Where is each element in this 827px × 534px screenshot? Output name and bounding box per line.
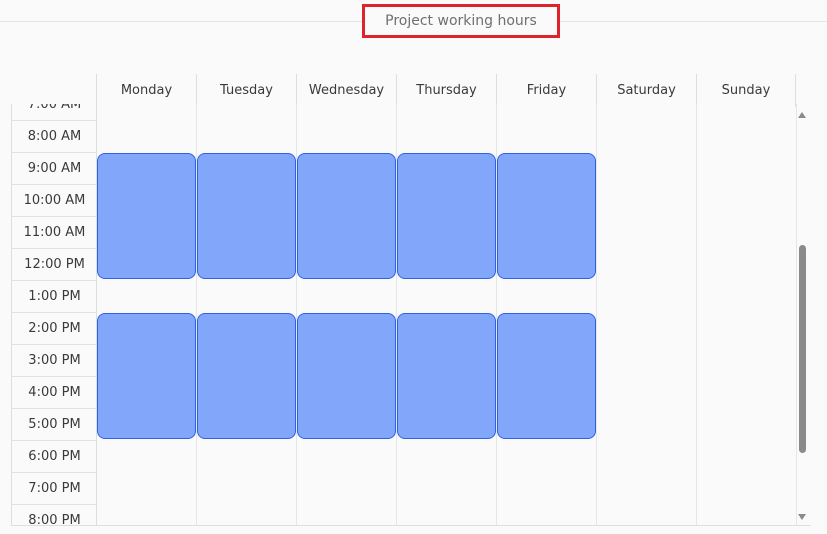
time-label: 4:00 PM (12, 376, 97, 408)
time-label: 12:00 PM (12, 248, 97, 280)
time-label: 8:00 AM (12, 120, 97, 152)
time-label: 2:00 PM (12, 312, 97, 344)
time-label: 1:00 PM (12, 280, 97, 312)
day-header-monday: Monday (96, 74, 196, 107)
working-hours-block[interactable] (97, 313, 196, 439)
day-header-saturday: Saturday (596, 74, 696, 107)
day-header-row: Monday Tuesday Wednesday Thursday Friday… (96, 74, 796, 107)
working-hours-block[interactable] (397, 153, 496, 279)
caret-down-icon[interactable] (798, 514, 806, 520)
day-header-wednesday: Wednesday (296, 74, 396, 107)
time-label: 3:00 PM (12, 344, 97, 376)
working-hours-block[interactable] (197, 313, 296, 439)
time-label: 7:00 PM (12, 472, 97, 504)
day-header-tuesday: Tuesday (196, 74, 296, 107)
working-hours-block[interactable] (197, 153, 296, 279)
working-hours-block[interactable] (297, 153, 396, 279)
working-hours-block[interactable] (297, 313, 396, 439)
time-label: 10:00 AM (12, 184, 97, 216)
vertical-scrollbar[interactable] (797, 104, 809, 526)
day-column-sunday[interactable] (697, 104, 797, 525)
working-hours-block[interactable] (97, 153, 196, 279)
day-header-thursday: Thursday (396, 74, 496, 107)
working-hours-block[interactable] (397, 313, 496, 439)
time-label: 9:00 AM (12, 152, 97, 184)
day-header-sunday: Sunday (696, 74, 796, 107)
time-label: 5:00 PM (12, 408, 97, 440)
day-column-saturday[interactable] (597, 104, 697, 525)
panel-title: Project working hours (362, 4, 560, 38)
time-label: 6:00 PM (12, 440, 97, 472)
scrollbar-thumb[interactable] (799, 245, 806, 453)
working-hours-block[interactable] (497, 153, 596, 279)
time-label: 8:00 PM (12, 504, 97, 525)
working-hours-block[interactable] (497, 313, 596, 439)
time-column: 7:00 AM 8:00 AM 9:00 AM 10:00 AM 11:00 A… (12, 104, 97, 525)
time-label: 7:00 AM (12, 104, 97, 120)
day-header-friday: Friday (496, 74, 596, 107)
schedule-grid[interactable]: 7:00 AM 8:00 AM 9:00 AM 10:00 AM 11:00 A… (11, 104, 811, 526)
time-label: 11:00 AM (12, 216, 97, 248)
caret-up-icon[interactable] (798, 112, 806, 118)
